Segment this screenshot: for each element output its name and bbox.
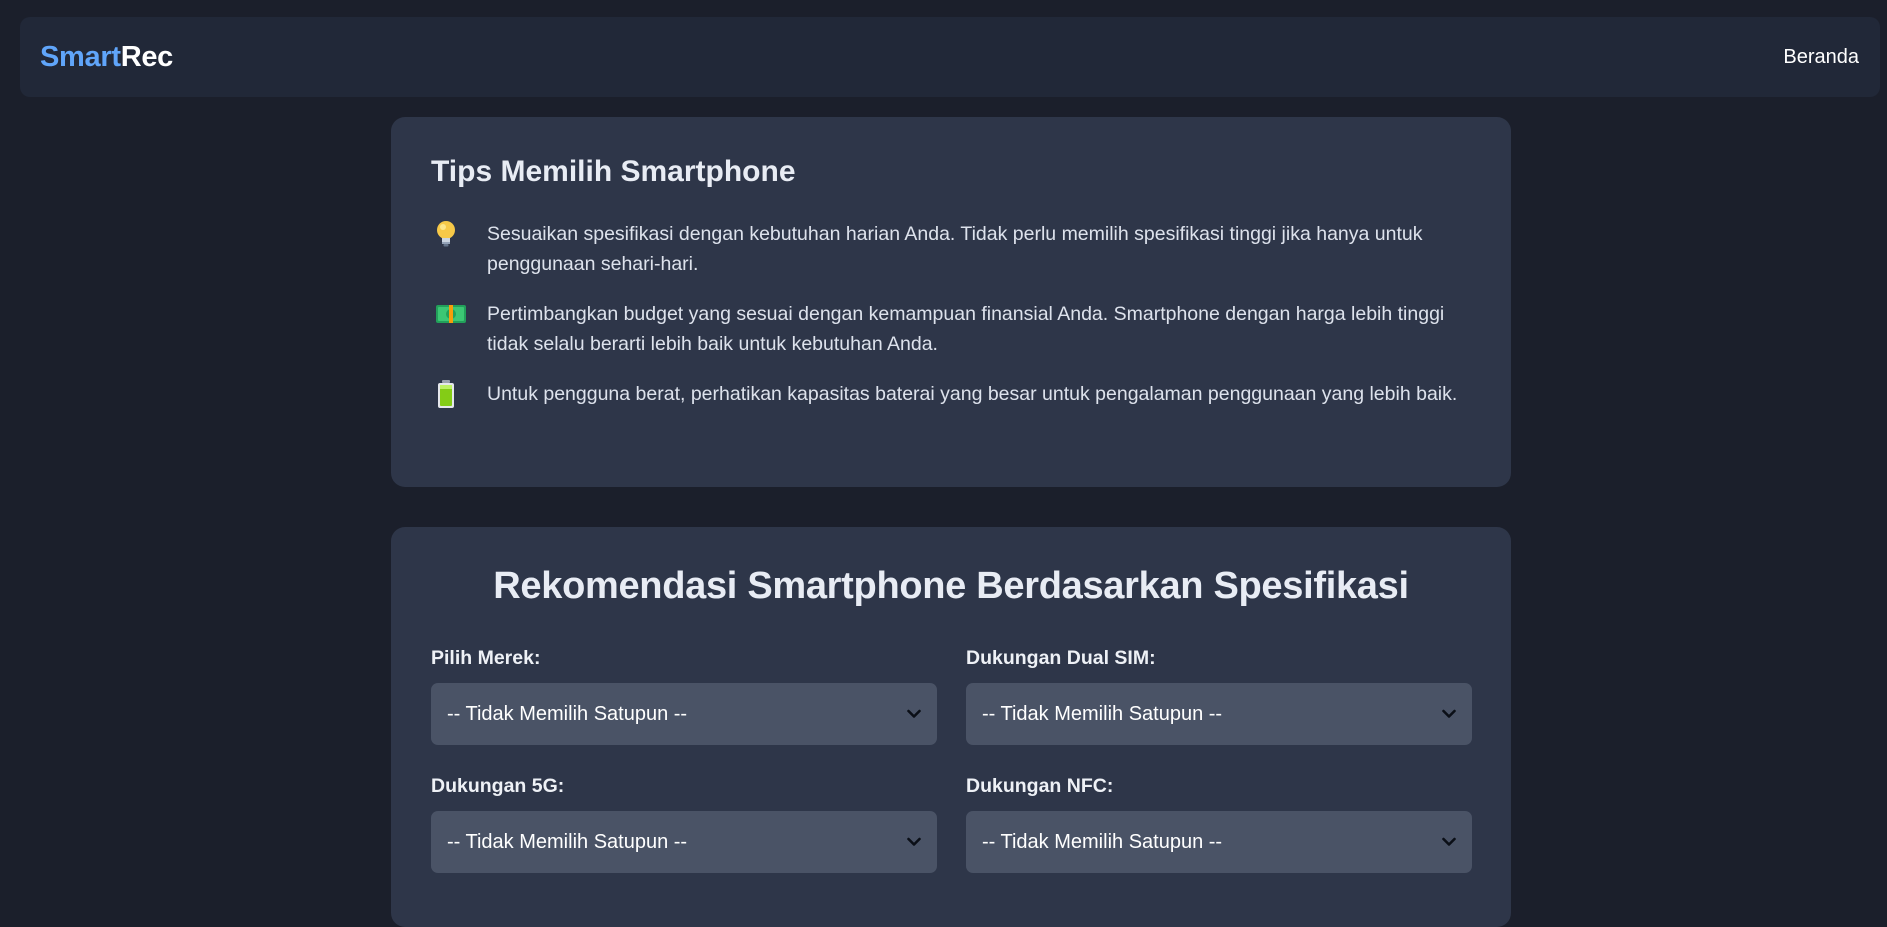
5g-select[interactable]: -- Tidak Memilih Satupun -- <box>431 811 937 873</box>
tip-text: Untuk pengguna berat, perhatikan kapasit… <box>487 383 1458 405</box>
chevron-down-icon <box>1442 837 1456 847</box>
tips-card: Tips Memilih Smartphone Sesuaikan spesif… <box>391 117 1511 487</box>
nav-link-home[interactable]: Beranda <box>1783 46 1859 69</box>
chevron-down-icon <box>1442 709 1456 719</box>
brand-name-part2: Rec <box>120 40 174 73</box>
tip-item: Pertimbangkan budget yang sesuai dengan … <box>431 299 1471 359</box>
filter-form: Pilih Merek: -- Tidak Memilih Satupun --… <box>431 647 1472 873</box>
tip-item: Untuk pengguna berat, perhatikan kapasit… <box>431 379 1471 409</box>
chevron-down-icon <box>907 709 921 719</box>
recommendation-card: Rekomendasi Smartphone Berdasarkan Spesi… <box>391 527 1511 927</box>
nfc-label: Dukungan NFC: <box>966 775 1114 797</box>
dual-sim-select[interactable]: -- Tidak Memilih Satupun -- <box>966 683 1472 745</box>
brand-select[interactable]: -- Tidak Memilih Satupun -- <box>431 683 937 745</box>
dual-sim-field: Dukungan Dual SIM: -- Tidak Memilih Satu… <box>966 647 1472 745</box>
nfc-select[interactable]: -- Tidak Memilih Satupun -- <box>966 811 1472 873</box>
nfc-field: Dukungan NFC: -- Tidak Memilih Satupun -… <box>966 775 1472 873</box>
5g-field: Dukungan 5G: -- Tidak Memilih Satupun -- <box>431 775 937 873</box>
brand-select-value: -- Tidak Memilih Satupun -- <box>447 702 688 725</box>
tips-title: Tips Memilih Smartphone <box>431 155 796 188</box>
nfc-select-value: -- Tidak Memilih Satupun -- <box>982 830 1223 853</box>
chevron-down-icon <box>907 837 921 847</box>
brand-label: Pilih Merek: <box>431 647 541 669</box>
5g-label: Dukungan 5G: <box>431 775 565 797</box>
tip-text: Sesuaikan spesifikasi dengan kebutuhan h… <box>487 223 1423 275</box>
recommendation-title: Rekomendasi Smartphone Berdasarkan Spesi… <box>493 565 1409 607</box>
brand-name-part1: Smart <box>40 40 121 73</box>
money-icon <box>431 299 487 329</box>
5g-select-value: -- Tidak Memilih Satupun -- <box>447 830 688 853</box>
navbar: SmartRec Beranda <box>20 17 1880 97</box>
tip-text: Pertimbangkan budget yang sesuai dengan … <box>487 303 1445 355</box>
battery-icon <box>431 379 487 409</box>
lightbulb-icon <box>431 219 487 249</box>
brand-field: Pilih Merek: -- Tidak Memilih Satupun -- <box>431 647 937 745</box>
dual-sim-label: Dukungan Dual SIM: <box>966 647 1156 669</box>
tip-item: Sesuaikan spesifikasi dengan kebutuhan h… <box>431 219 1471 279</box>
brand-logo[interactable]: SmartRec <box>40 41 173 74</box>
dual-sim-select-value: -- Tidak Memilih Satupun -- <box>982 702 1223 725</box>
tips-list: Sesuaikan spesifikasi dengan kebutuhan h… <box>431 219 1471 409</box>
